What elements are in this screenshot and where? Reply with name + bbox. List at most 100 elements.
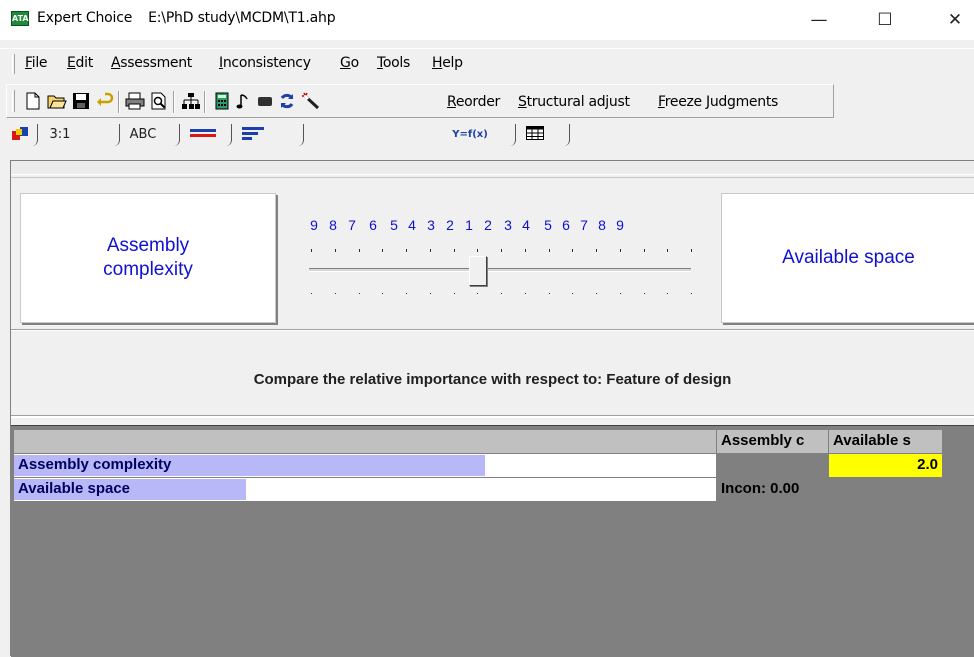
refresh-icon[interactable] xyxy=(277,91,297,111)
note-icon[interactable] xyxy=(233,91,253,111)
scale-right-6: 6 xyxy=(562,217,570,233)
right-element-label: Available space xyxy=(782,247,915,268)
menu-edit[interactable]: Edit xyxy=(67,55,93,71)
menu-go[interactable]: Go xyxy=(340,55,359,71)
expert-choice-window: ATA Expert Choice E:\PhD study\MCDM\T1.ah… xyxy=(0,0,974,657)
matrix-cell-2-2 xyxy=(829,478,943,502)
print-icon[interactable] xyxy=(125,91,145,111)
scale-right-9: 9 xyxy=(616,217,624,233)
graphical-bars-icon xyxy=(190,127,216,142)
model-view-icon xyxy=(11,125,31,144)
menu-inconsistency[interactable]: Inconsistency xyxy=(219,55,311,71)
close-button[interactable]: ✕ xyxy=(932,6,974,34)
scale-right-7: 7 xyxy=(580,217,588,233)
tab-verbal-label: ABC xyxy=(129,126,157,142)
slider-tick xyxy=(620,249,621,252)
panel-strip-lower xyxy=(11,177,974,181)
right-element-box: Available space xyxy=(721,193,974,323)
menu-file[interactable]: File xyxy=(25,55,48,71)
maximize-button[interactable]: ☐ xyxy=(862,6,908,34)
toolbar-separator xyxy=(173,91,175,113)
tab-questionnaire[interactable] xyxy=(236,122,270,146)
title-bar: ATA Expert Choice E:\PhD study\MCDM\T1.ah… xyxy=(0,0,974,40)
hierarchy-icon[interactable] xyxy=(181,91,201,111)
freeze-judgments-button[interactable]: Freeze Judgments xyxy=(658,94,778,110)
toolbar-separator xyxy=(118,91,120,113)
slider-dot xyxy=(501,293,502,294)
slider-dot xyxy=(335,293,336,294)
menu-help[interactable]: Help xyxy=(432,55,463,71)
slider-dot xyxy=(406,293,407,294)
slider-tick xyxy=(382,249,383,252)
scale-left-3: 3 xyxy=(427,217,435,233)
scale-right-5: 5 xyxy=(544,217,552,233)
slider-tick xyxy=(406,249,407,252)
tab-divider xyxy=(30,124,38,146)
matrix-cell-1-2[interactable]: 2.0 xyxy=(829,454,943,478)
slider-tick xyxy=(430,249,431,252)
menu-bar: File Edit Assessment Inconsistency Go To… xyxy=(0,48,974,78)
slider-dot xyxy=(572,293,573,294)
slider-dot xyxy=(359,293,360,294)
slider-tick xyxy=(501,249,502,252)
panel-strip xyxy=(11,161,974,175)
rectangle-icon[interactable] xyxy=(255,91,275,111)
slider-tick xyxy=(359,249,360,252)
slider-dot xyxy=(382,293,383,294)
slider-tick xyxy=(691,249,692,252)
structural-adjust-button[interactable]: Structural adjust xyxy=(518,94,630,110)
matrix-header-corner xyxy=(14,430,717,454)
scale-right-4: 4 xyxy=(522,217,530,233)
scale-left-7: 7 xyxy=(348,217,356,233)
slider-tick xyxy=(667,249,668,252)
slider-tick xyxy=(644,249,645,252)
tab-formula[interactable]: Y=f(x) xyxy=(446,122,494,146)
app-icon: ATA xyxy=(11,11,29,26)
slider-dot xyxy=(311,293,312,294)
tab-verbal[interactable]: ABC xyxy=(126,122,160,146)
tab-grid[interactable] xyxy=(520,122,550,146)
slider-dot xyxy=(549,293,550,294)
section-divider xyxy=(11,415,974,418)
tab-divider xyxy=(224,124,232,146)
slider-tick xyxy=(572,249,573,252)
toolbar-grip[interactable] xyxy=(12,90,15,112)
slider-tick xyxy=(454,249,455,252)
slider-dot xyxy=(644,293,645,294)
slider-tick xyxy=(477,249,478,252)
open-folder-icon[interactable] xyxy=(47,91,67,111)
slider-track[interactable] xyxy=(309,268,691,272)
inconsistency-ratio: Incon: 0.00 xyxy=(717,478,829,502)
minimize-button[interactable]: — xyxy=(796,6,842,34)
slider-dot xyxy=(620,293,621,294)
scale-left-8: 8 xyxy=(329,217,337,233)
matrix-row-1-label[interactable]: Assembly complexity xyxy=(14,454,717,478)
tab-numerical[interactable]: 3:1 xyxy=(42,122,78,146)
print-preview-icon[interactable] xyxy=(149,91,169,111)
tab-divider xyxy=(562,124,570,146)
new-file-icon[interactable] xyxy=(23,91,43,111)
comparison-matrix-area: Assembly c Available s Assembly complexi… xyxy=(11,425,974,657)
magic-wand-icon[interactable] xyxy=(301,91,321,111)
matrix-header-col-1[interactable]: Assembly c xyxy=(717,430,829,454)
slider-dot xyxy=(430,293,431,294)
tab-graphical[interactable] xyxy=(186,122,220,146)
slider-dot xyxy=(525,293,526,294)
slider-tick xyxy=(525,249,526,252)
calculator-icon[interactable] xyxy=(212,91,232,111)
reorder-button[interactable]: Reorder xyxy=(447,94,500,110)
slider-thumb[interactable] xyxy=(469,256,487,286)
menu-assessment[interactable]: Assessment xyxy=(111,55,192,71)
comparison-prompt: Compare the relative importance with res… xyxy=(253,371,732,388)
save-disk-icon[interactable] xyxy=(71,91,91,111)
left-element-label: Assembly complexity xyxy=(103,235,193,280)
slider-tick xyxy=(549,249,550,252)
matrix-header-col-2[interactable]: Available s xyxy=(829,430,943,454)
tab-divider xyxy=(112,124,120,146)
menu-tools[interactable]: Tools xyxy=(377,55,410,71)
scale-left-2: 2 xyxy=(446,217,454,233)
undo-arrow-icon[interactable] xyxy=(95,91,115,111)
file-path: E:\PhD study\MCDM\T1.ahp xyxy=(148,10,336,26)
menu-grip[interactable] xyxy=(12,54,15,74)
matrix-row-2-label[interactable]: Available space xyxy=(14,478,717,502)
